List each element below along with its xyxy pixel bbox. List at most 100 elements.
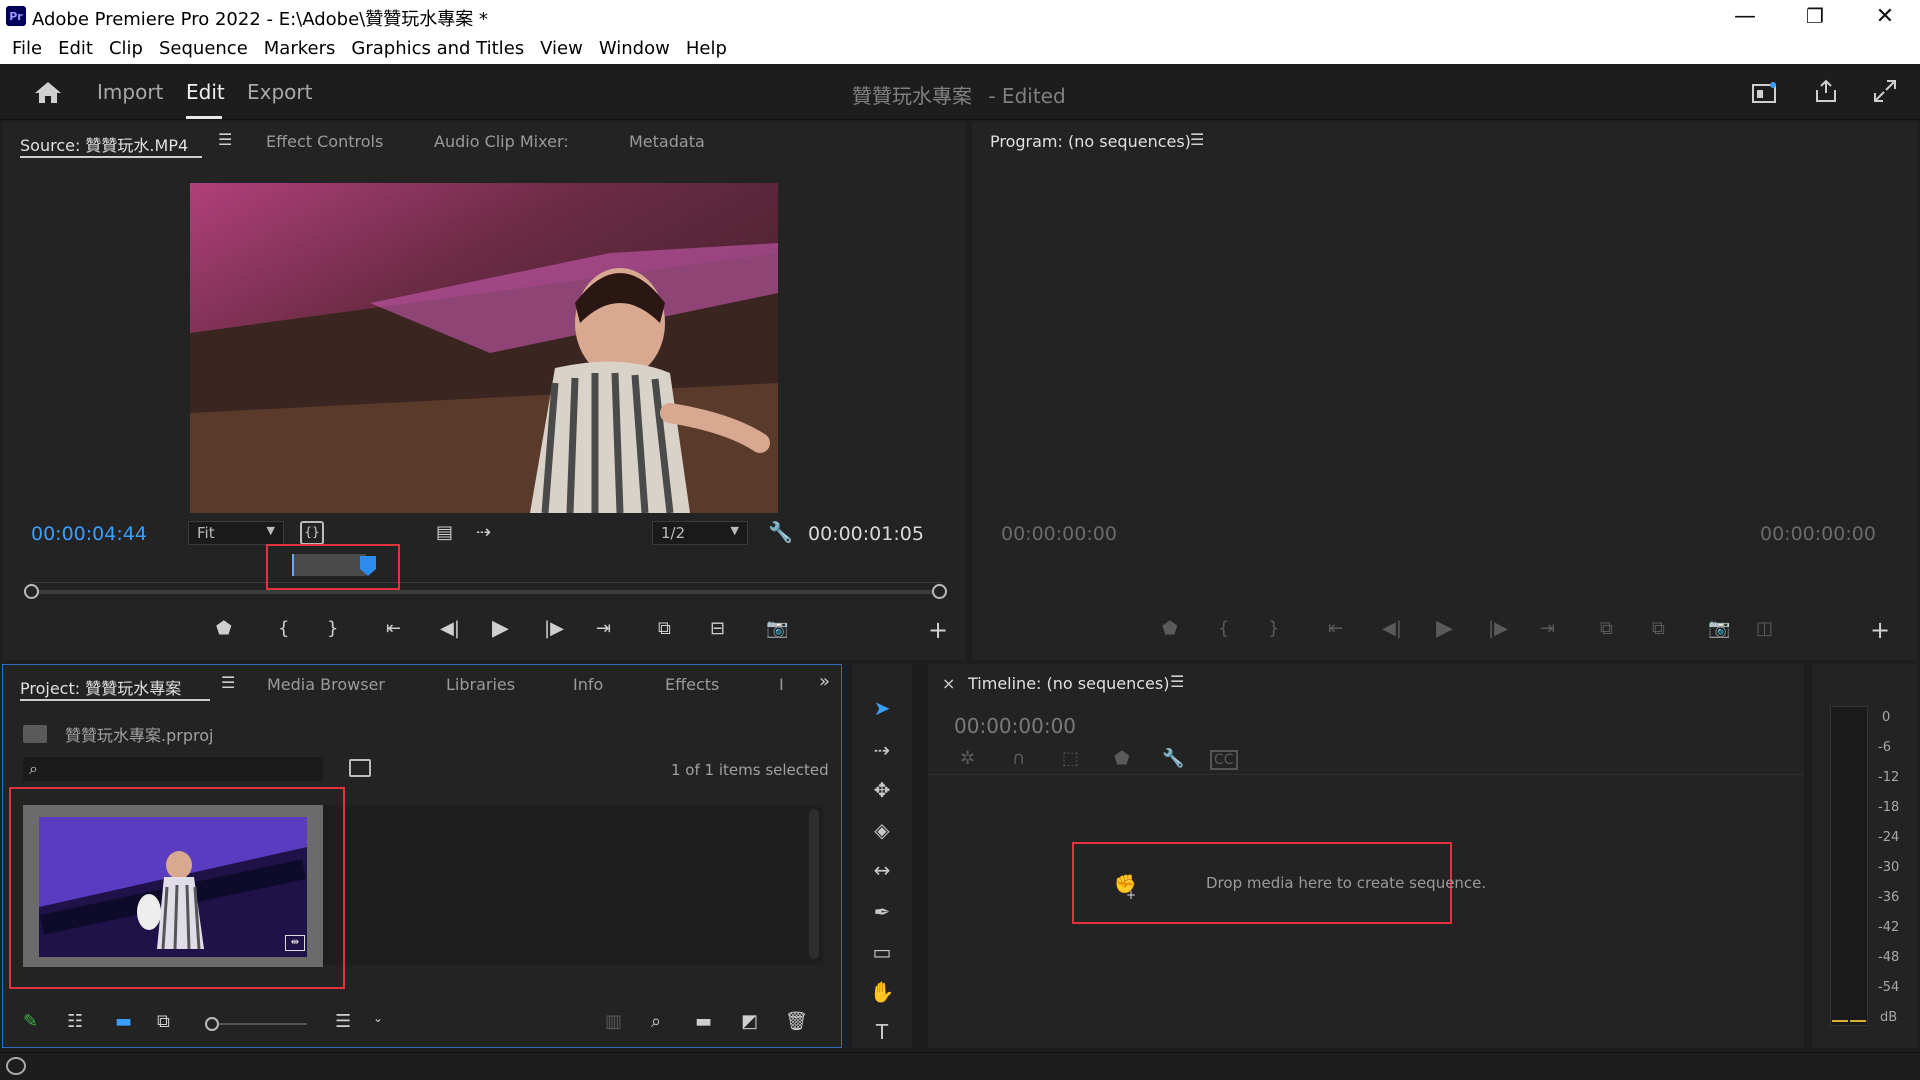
add-marker-icon[interactable]: ⬟ [1114, 748, 1130, 769]
new-bin-icon[interactable]: ▬ [695, 1011, 712, 1032]
jog-icon[interactable]: ⇢ [476, 522, 491, 543]
timeline-settings-icon[interactable]: 🔧 [1162, 748, 1184, 769]
home-icon[interactable] [34, 80, 62, 104]
play-icon[interactable]: ▶ [492, 616, 509, 641]
pen-tool-icon[interactable]: ✒ [862, 896, 902, 928]
tab-info[interactable]: Info [573, 675, 603, 694]
source-menu-icon[interactable]: ☰ [218, 130, 232, 149]
menu-markers[interactable]: Markers [264, 38, 336, 59]
overwrite-icon[interactable]: ⊟ [710, 618, 725, 639]
insert-clip-icon[interactable]: ▤ [436, 522, 453, 543]
slip-tool-icon[interactable]: ↔ [862, 854, 902, 886]
close-timeline-icon[interactable]: × [942, 674, 955, 693]
trash-icon[interactable]: 🗑 [785, 1011, 808, 1032]
lift-icon[interactable]: ⧉ [1600, 618, 1613, 639]
rectangle-tool-icon[interactable]: ▭ [862, 936, 902, 968]
tab-metadata[interactable]: Metadata [629, 132, 705, 151]
step-forward-icon[interactable]: |▶ [544, 618, 564, 639]
tab-overflow[interactable]: I [779, 675, 784, 694]
captions-icon[interactable]: CC [1210, 750, 1238, 770]
razor-tool-icon[interactable]: ◈ [862, 814, 902, 846]
close-window-button[interactable]: ✕ [1850, 0, 1920, 32]
mark-in-icon[interactable]: { [278, 618, 289, 639]
nav-edit[interactable]: Edit [186, 80, 225, 104]
tab-source[interactable]: Source: 贊贊玩水.MP4 [20, 132, 188, 156]
project-search-input[interactable] [23, 757, 323, 781]
snap-icon[interactable]: ∩ [1012, 748, 1025, 769]
pencil-icon[interactable]: ✎ [23, 1011, 38, 1032]
go-to-out-icon[interactable]: ⇥ [596, 618, 611, 639]
mark-out-icon[interactable]: } [1268, 618, 1279, 639]
restore-button[interactable]: ❐ [1780, 0, 1850, 32]
go-to-in-icon[interactable]: ⇤ [1328, 618, 1343, 639]
find-icon[interactable]: ⌕ [651, 1011, 661, 1032]
project-scrollbar[interactable] [809, 809, 819, 959]
selection-tool-icon[interactable]: ➤ [862, 692, 902, 724]
extract-icon[interactable]: ⧉ [1652, 618, 1665, 639]
tab-timeline[interactable]: Timeline: (no sequences) [968, 674, 1169, 693]
tab-project[interactable]: Project: 贊贊玩水專案 [20, 675, 181, 699]
add-button-icon[interactable]: + [1870, 616, 1890, 644]
zoom-slider[interactable] [219, 1023, 307, 1025]
menu-help[interactable]: Help [686, 38, 727, 59]
go-to-in-icon[interactable]: ⇤ [386, 618, 401, 639]
menu-window[interactable]: Window [599, 38, 670, 59]
add-marker-icon[interactable]: ⬟ [1162, 618, 1178, 639]
tab-effects[interactable]: Effects [665, 675, 719, 694]
comparison-view-icon[interactable]: ◫ [1756, 618, 1773, 639]
wrench-icon[interactable]: 🔧 [768, 520, 793, 544]
mark-out-icon[interactable]: } [327, 618, 338, 639]
ripple-edit-tool-icon[interactable]: ✥ [862, 774, 902, 806]
step-back-icon[interactable]: ◀| [1382, 618, 1402, 639]
menu-sequence[interactable]: Sequence [159, 38, 248, 59]
automate-to-sequence-icon[interactable]: ▥ [605, 1011, 622, 1032]
source-timecode-current[interactable]: 00:00:04:44 [31, 523, 147, 545]
export-frame-icon[interactable]: 📷 [766, 618, 788, 639]
new-bin-from-search-icon[interactable] [349, 759, 371, 777]
type-tool-icon[interactable]: T [862, 1016, 902, 1048]
sort-icon[interactable]: ☰ [335, 1011, 351, 1032]
project-menu-icon[interactable]: ☰ [221, 673, 235, 692]
fullscreen-icon[interactable] [1872, 78, 1898, 104]
track-select-tool-icon[interactable]: ⇢ [862, 734, 902, 766]
safe-margins-icon[interactable]: {} [300, 521, 324, 545]
tab-media-browser[interactable]: Media Browser [267, 675, 385, 694]
tab-audio-clip-mixer[interactable]: Audio Clip Mixer: [434, 132, 569, 151]
zoom-scrollbar[interactable] [30, 590, 942, 594]
add-marker-icon[interactable]: ⬟ [216, 618, 232, 639]
add-button-icon[interactable]: + [928, 616, 948, 644]
icon-view-icon[interactable]: ▬ [115, 1011, 132, 1032]
new-item-icon[interactable]: ◩ [741, 1011, 758, 1032]
freeform-view-icon[interactable]: ⧉ [157, 1011, 170, 1032]
menu-edit[interactable]: Edit [58, 38, 93, 59]
workspaces-icon[interactable] [1752, 82, 1778, 104]
timeline-timecode[interactable]: 00:00:00:00 [954, 714, 1076, 738]
nav-import[interactable]: Import [97, 80, 163, 104]
resolution-dropdown[interactable]: 1/2 ▼ [652, 521, 748, 545]
step-back-icon[interactable]: ◀| [440, 618, 460, 639]
menu-view[interactable]: View [540, 38, 583, 59]
zoom-slider-handle[interactable] [205, 1017, 219, 1031]
mark-in-icon[interactable]: { [1218, 618, 1229, 639]
insert-icon[interactable]: ⧉ [658, 618, 671, 639]
hand-tool-icon[interactable]: ✋ [862, 976, 902, 1008]
minimize-button[interactable]: — [1710, 0, 1780, 32]
timeline-menu-icon[interactable]: ☰ [1170, 672, 1184, 691]
scroll-end-handle[interactable] [932, 584, 947, 599]
tab-effect-controls[interactable]: Effect Controls [266, 132, 383, 151]
chevron-down-icon[interactable]: ⌄ [373, 1011, 383, 1025]
menu-graphics-and-titles[interactable]: Graphics and Titles [351, 38, 524, 59]
play-icon[interactable]: ▶ [1436, 616, 1453, 641]
more-tabs-icon[interactable]: » [819, 671, 830, 692]
scroll-start-handle[interactable] [24, 584, 39, 599]
menu-file[interactable]: File [12, 38, 42, 59]
program-menu-icon[interactable]: ☰ [1190, 130, 1204, 149]
tab-libraries[interactable]: Libraries [446, 675, 515, 694]
nav-export[interactable]: Export [247, 80, 312, 104]
nest-icon[interactable]: ✲ [960, 748, 975, 769]
export-frame-icon[interactable]: 📷 [1708, 618, 1730, 639]
menu-clip[interactable]: Clip [109, 38, 143, 59]
zoom-dropdown[interactable]: Fit ▼ [188, 521, 284, 545]
background-tasks-icon[interactable] [6, 1057, 26, 1075]
list-view-icon[interactable]: ☷ [67, 1011, 83, 1032]
